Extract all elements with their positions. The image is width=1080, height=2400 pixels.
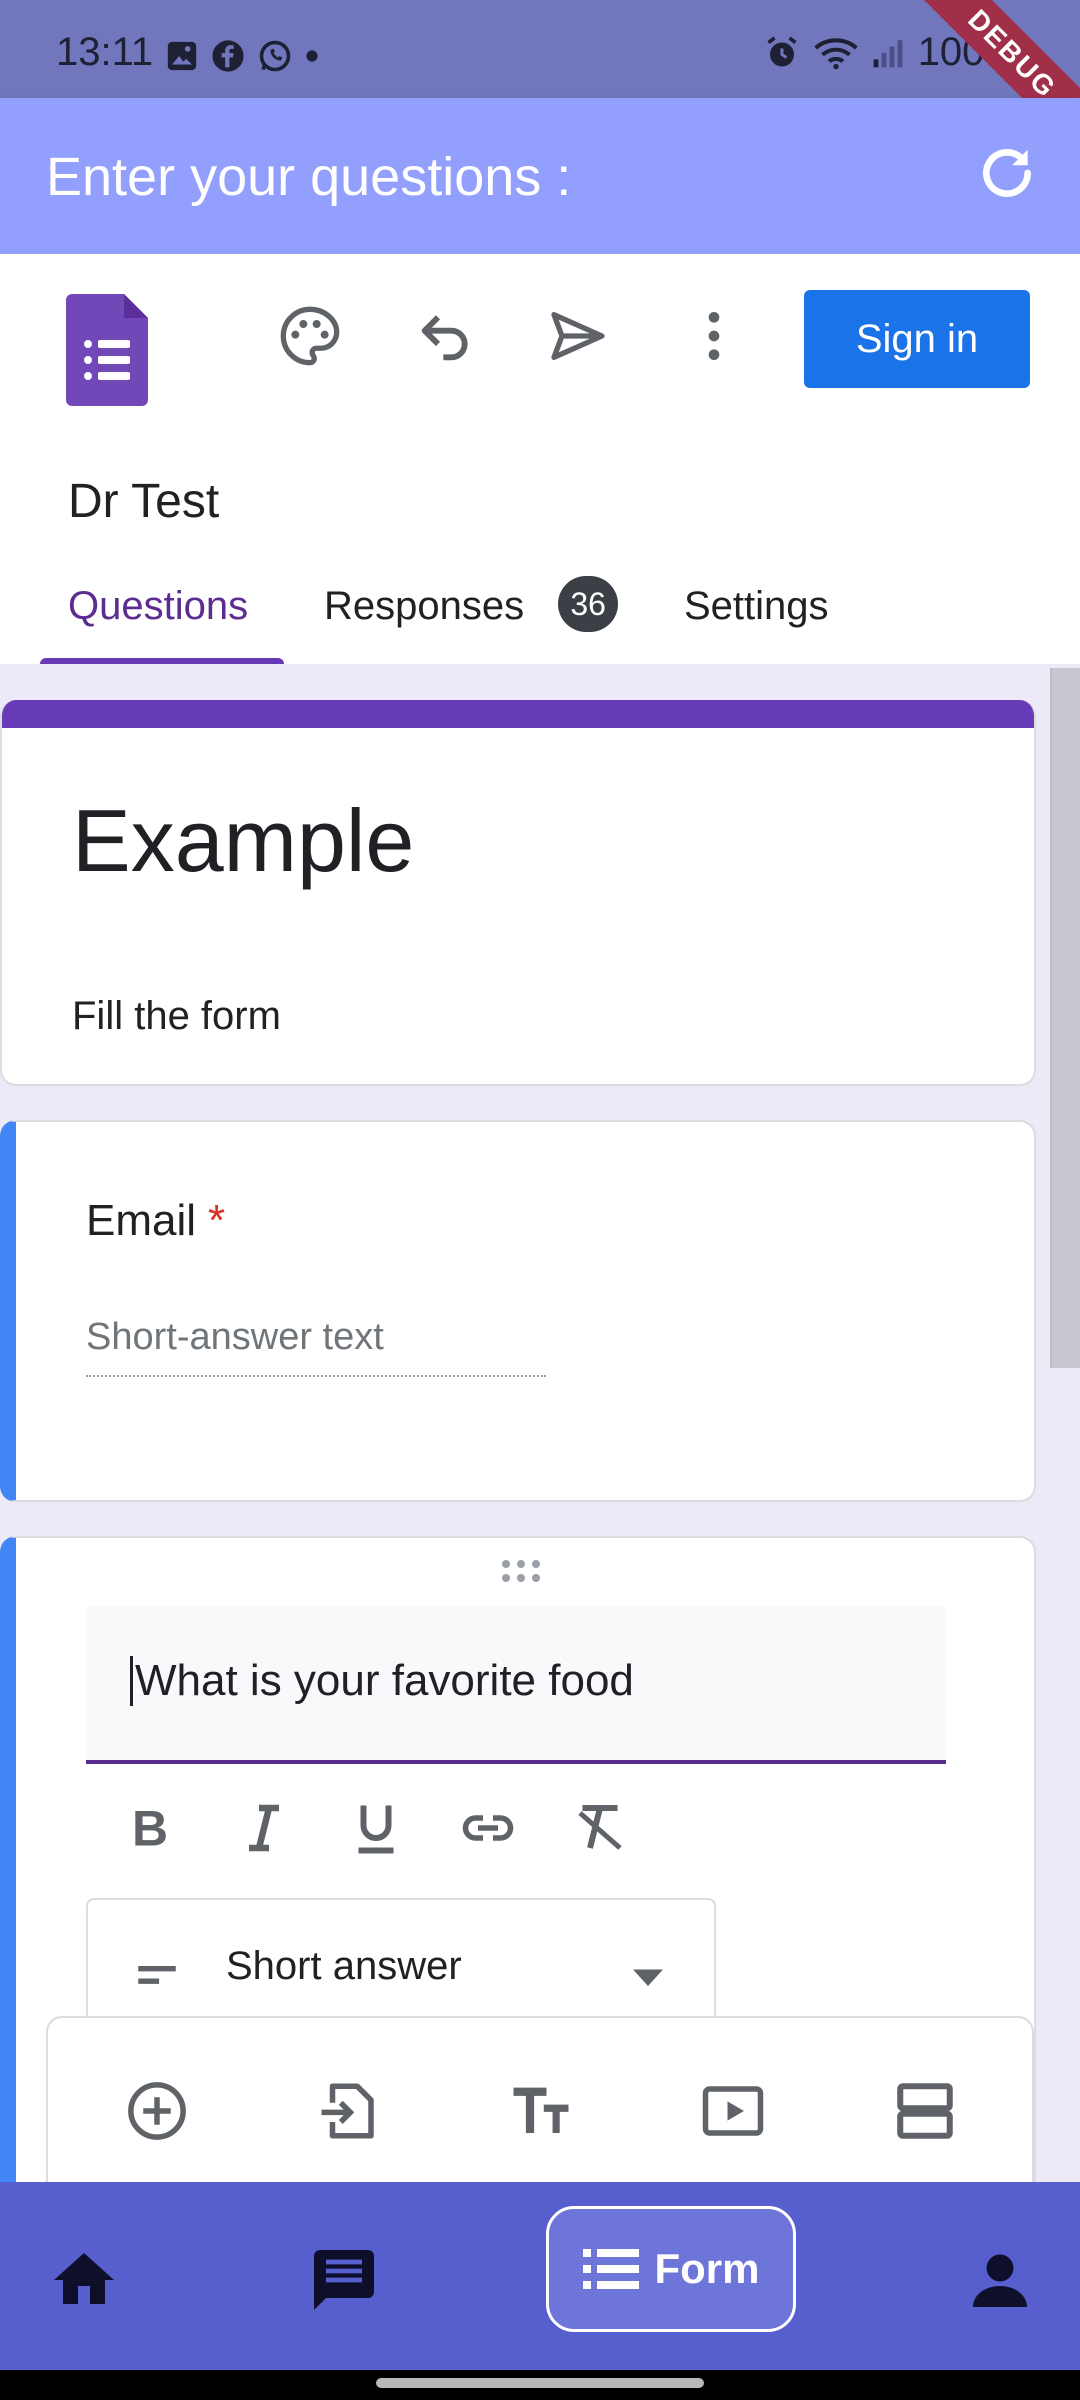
form-editor-header: Sign in Dr Test Questions Responses 36 Se… [0, 254, 1080, 666]
tab-questions-label: Questions [68, 584, 249, 628]
notification-icons [165, 38, 319, 74]
bold-icon[interactable]: B [122, 1798, 182, 1858]
question-title-input[interactable]: What is your favorite food [86, 1606, 946, 1764]
form-nav-button[interactable]: Form [546, 2206, 796, 2332]
undo-icon[interactable] [414, 304, 478, 368]
chat-icon[interactable] [308, 2244, 380, 2316]
gesture-bar [0, 2370, 1080, 2400]
tab-bar: Questions Responses 36 Settings [0, 576, 1080, 666]
question-type-label: Short answer [226, 1944, 462, 1988]
question-title-text[interactable]: What is your favorite food [130, 1656, 634, 1706]
send-icon[interactable] [546, 304, 610, 368]
import-questions-icon[interactable] [316, 2078, 382, 2144]
add-question-icon[interactable] [124, 2078, 190, 2144]
short-answer-placeholder: Short-answer text [86, 1316, 546, 1377]
add-title-description-icon[interactable] [508, 2078, 574, 2144]
tab-responses[interactable]: Responses 36 [324, 576, 619, 664]
add-video-icon[interactable] [700, 2078, 766, 2144]
svg-text:B: B [132, 1801, 168, 1857]
italic-icon[interactable] [234, 1798, 294, 1858]
google-forms-logo-icon [66, 294, 148, 406]
add-item-toolbar [46, 2016, 1034, 2186]
list-icon [582, 2249, 639, 2289]
responses-count-badge: 36 [558, 576, 619, 632]
title-card-accent [2, 700, 1034, 728]
app-bar-title: Enter your questions : [46, 147, 572, 207]
add-section-icon[interactable] [892, 2078, 958, 2144]
scrollbar[interactable] [1050, 668, 1080, 1368]
home-gesture-handle[interactable] [376, 2378, 704, 2388]
form-nav-label: Form [654, 2245, 760, 2292]
tab-settings[interactable]: Settings [684, 584, 829, 664]
whatsapp-icon [259, 40, 291, 72]
status-time: 13:11 [56, 30, 154, 74]
email-question-card[interactable]: Email * Short-answer text [0, 1120, 1036, 1502]
more-options-icon[interactable] [682, 304, 746, 368]
home-icon[interactable] [48, 2244, 120, 2316]
form-title-card[interactable]: Example Fill the form [0, 700, 1036, 1086]
tab-questions[interactable]: Questions [68, 584, 248, 664]
drag-handle-icon[interactable] [496, 1556, 546, 1586]
underline-icon[interactable] [346, 1798, 406, 1858]
required-marker: * [208, 1196, 226, 1245]
refresh-icon[interactable] [976, 142, 1038, 204]
wifi-icon [814, 37, 858, 69]
dot-icon [306, 50, 318, 62]
email-label: Email [86, 1196, 197, 1245]
sign-in-button[interactable]: Sign in [804, 290, 1030, 388]
form-content: Example Fill the form Email * Short-answe… [0, 664, 1080, 2182]
palette-icon[interactable] [278, 304, 342, 368]
link-icon[interactable] [458, 1798, 518, 1858]
short-answer-icon [138, 1965, 176, 1984]
status-bar: 13:11 100% DEBUG [0, 0, 1080, 163]
image-notification-icon [167, 41, 197, 71]
form-name: Dr Test [68, 475, 220, 528]
bottom-navigation: Form [0, 2182, 1080, 2400]
form-description[interactable]: Fill the form [72, 994, 281, 1039]
alarm-icon [767, 36, 797, 66]
question-title: Email * [86, 1196, 225, 1246]
form-title[interactable]: Example [72, 790, 414, 892]
profile-icon[interactable] [964, 2244, 1036, 2316]
signal-icon [873, 39, 903, 67]
facebook-icon [212, 40, 244, 72]
clear-formatting-icon[interactable] [570, 1798, 630, 1858]
chevron-down-icon [633, 1969, 663, 1986]
tab-responses-label: Responses [324, 584, 525, 628]
tab-settings-label: Settings [684, 584, 829, 628]
app-bar: Enter your questions : [0, 98, 1080, 254]
